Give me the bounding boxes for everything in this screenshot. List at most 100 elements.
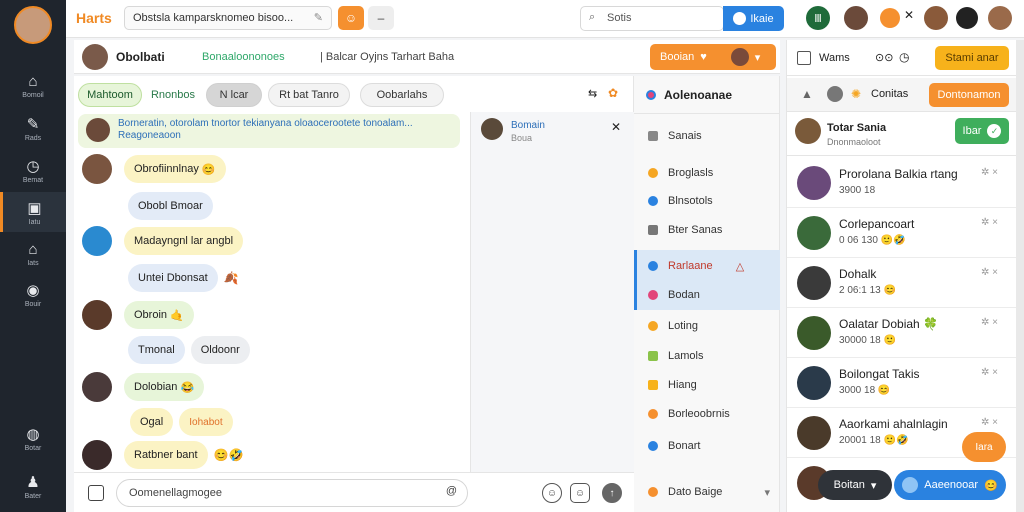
current-user-avatar[interactable] [795,118,821,144]
channel-item[interactable]: Broglasls [634,161,780,185]
sender-avatar[interactable] [82,300,112,330]
section-button[interactable]: Dontonamon [929,83,1009,107]
filter-chip-1[interactable]: Mahtoom [78,83,142,107]
message-row: Obrofiinnlnay 😊 [82,154,226,184]
channel-item[interactable]: Borleoobrnis [634,402,780,426]
channel-item[interactable]: Sanais [634,124,780,148]
message-bubble[interactable]: Obobl Bmoar [128,192,213,220]
search-input[interactable]: ⌕ Sotis [580,6,724,31]
floating-dark-button[interactable]: Boitan ▾ [818,470,892,500]
top-search-input[interactable]: Obstsla kamparsknomeo bisoo... ✎ [124,6,332,30]
emoji-reaction: 😊🤣 [213,448,244,462]
contact-row[interactable]: Boilongat Takis 3000 18 😊 ✲ × [787,358,1017,408]
star-icon[interactable]: ✲ × [981,267,998,278]
sender-avatar[interactable] [82,440,112,470]
scrollbar[interactable] [1016,40,1024,512]
search-button[interactable]: Ikaie [723,6,784,31]
channel-header[interactable]: Aolenoanae [634,76,779,114]
channel-item[interactable]: Hiang [634,373,780,397]
filter-chip-4[interactable]: Rt bat Tanro [268,83,350,107]
chat-avatar[interactable] [82,44,108,70]
attach-icon[interactable] [88,485,104,501]
sender-avatar[interactable] [82,154,112,184]
settings-icon[interactable]: ⊙⊙ [875,51,893,64]
close-icon[interactable]: ✕ [611,120,621,134]
rail-item-chat[interactable]: ◍ Botar [0,418,66,458]
contact-row[interactable]: Dohalk 2 06:1 13 😊 ✲ × [787,258,1017,308]
user-avatar-top-3[interactable] [988,6,1012,30]
rail-item-note[interactable]: ▣ Iatu [0,192,66,232]
message-input[interactable]: Oomenellagmogee @ [116,479,468,507]
message-bubble[interactable]: Ratbner bant [124,441,208,469]
rail-item-home[interactable]: ⌂ Bomoil [0,66,66,106]
fire-icon[interactable] [880,8,900,28]
rail-item-user[interactable]: ♟ Bater [0,466,66,506]
contact-row[interactable]: Oalatar Dobiah 🍀 30000 18 🙂 ✲ × [787,308,1017,358]
start-button[interactable]: Stami anar [935,46,1009,70]
message-bubble[interactable]: Tmonal [128,336,185,364]
star-icon[interactable]: ✲ × [981,217,998,228]
channel-item[interactable]: Bter Sanas [634,218,780,242]
panel-icon[interactable] [797,51,811,65]
sun-icon: ✺ [851,87,862,101]
channel-item[interactable]: Dato Baige ▾ [634,480,780,504]
filter-chip-3[interactable]: N lcar [206,83,262,107]
message-row: Obroin 🤙 [82,300,194,330]
info-icon[interactable] [827,86,843,102]
pinned-notice[interactable]: Borneratin, otorolam tnortor tekianyana … [78,114,460,148]
rail-item-camera[interactable]: ◉ Bouir [0,274,66,314]
profile-avatar[interactable] [14,6,52,44]
floating-action-button[interactable]: Aaeenooar 😊 [894,470,1006,500]
message-bubble[interactable]: Iohabot [179,408,233,436]
globe-icon [902,477,919,493]
message-bubble[interactable]: Obrofiinnlnay 😊 [124,155,226,183]
channel-item[interactable]: Loting [634,314,780,338]
star-icon[interactable]: ✲ × [981,417,998,428]
app-green-icon[interactable]: Ⅲ [806,6,830,30]
channel-item[interactable]: Bodan [634,283,780,307]
call-button[interactable]: Ibar ✓ [955,118,1009,144]
up-icon[interactable]: ▲ [801,87,813,101]
message-bubble[interactable]: Untei Dbonsat [128,264,218,292]
status-button[interactable]: Booian ♥ ▾ [650,44,776,70]
moon-icon[interactable] [956,7,978,29]
message-bubble[interactable]: Dolobian 😂 [124,373,205,401]
filter-chip-2[interactable]: Rnonbos [146,83,200,107]
rail-item-tag[interactable]: ✎ Rads [0,108,66,148]
at-icon[interactable]: @ [446,485,457,497]
user-avatar-top[interactable] [844,6,868,30]
clock-icon[interactable]: ◷ [899,50,909,64]
channel-item[interactable]: Bonart [634,434,780,458]
star-icon[interactable]: ✲ × [981,367,998,378]
chevron-down-icon: ▾ [754,51,761,64]
message-bubble[interactable]: Obroin 🤙 [124,301,194,329]
rail-item-house[interactable]: ⌂ Iats [0,234,66,274]
channel-item-selected[interactable]: Rarlaane △ [634,254,780,278]
flower-icon[interactable]: ✿ [608,86,618,100]
send-icon[interactable]: ↑ [602,483,622,503]
sender-avatar[interactable] [82,226,112,256]
collapse-icon[interactable]: ⇆ [588,87,597,100]
pencil-icon[interactable]: ✎ [314,11,323,24]
message-bubble[interactable]: Ogal [130,408,174,436]
sender-avatar[interactable] [82,372,112,402]
filter-chip-5[interactable]: Oobarlahs [360,83,444,107]
thread-preview[interactable]: Bomain Boua ✕ [470,112,634,472]
channel-item[interactable]: Lamols [634,344,780,368]
message-bubble[interactable]: Oldoonr [190,336,250,364]
user-avatar-top-2[interactable] [924,6,948,30]
message-bubble[interactable]: Madayngnl lar angbl [124,227,244,255]
rail-item-clock[interactable]: ◷ Bemat [0,150,66,190]
floating-badge[interactable]: Iara [962,432,1006,462]
contact-row[interactable]: Corlepancoart 0 06 130 🙂🤣 ✲ × [787,208,1017,258]
star-icon[interactable]: ✲ × [981,167,998,178]
star-icon[interactable]: ✲ × [981,317,998,328]
contact-row[interactable]: Prorolana Balkia rtang 3900 18 ✲ × [787,158,1017,208]
close-icon[interactable]: ✕ [904,8,914,22]
sticker-icon[interactable]: ☺ [570,483,590,503]
search-icon: ⌕ [589,11,596,23]
channel-item[interactable]: Blnsotols [634,189,780,213]
minus-button[interactable]: – [368,6,394,30]
profile-button[interactable]: ☺ [338,6,364,30]
emoji-icon[interactable]: ☺ [542,483,562,503]
